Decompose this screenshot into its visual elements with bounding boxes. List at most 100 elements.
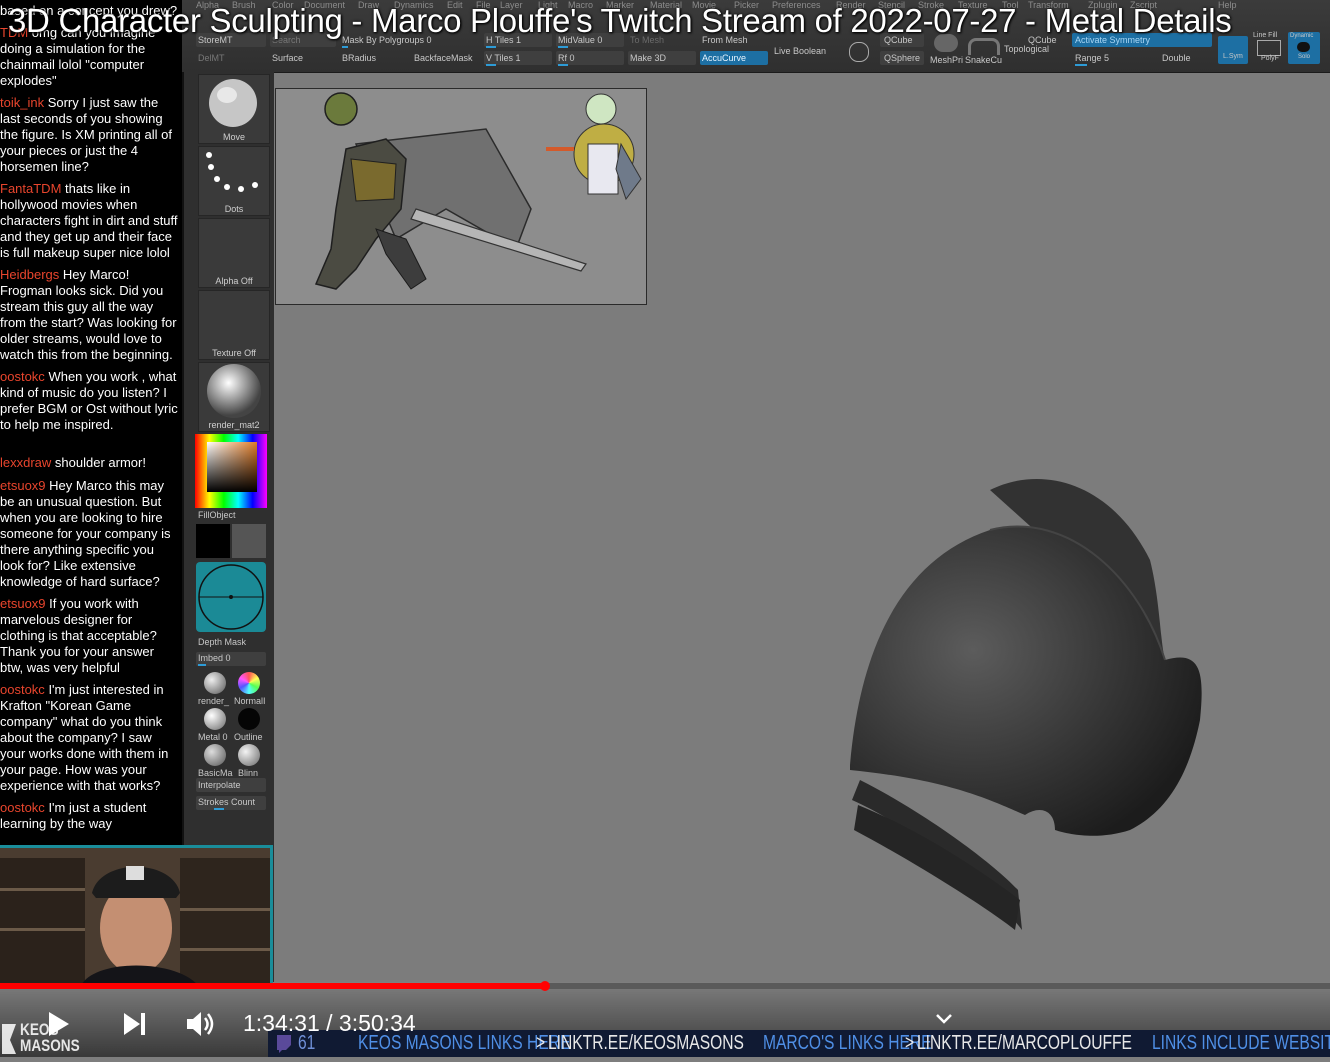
video-title: 3D Character Sculpting - Marco Plouffe's… bbox=[8, 2, 1232, 39]
chat-username[interactable]: Heidbergs bbox=[0, 267, 59, 282]
current-time: 1:34:31 bbox=[243, 1010, 320, 1036]
texture-tile[interactable]: Texture Off bbox=[198, 290, 270, 360]
dots-label: Dots bbox=[224, 204, 244, 214]
range-slider[interactable]: Range 5 bbox=[1075, 53, 1109, 63]
chat-message: oostokc When you work , what kind of mus… bbox=[0, 369, 180, 433]
backfacemask-button[interactable]: BackfaceMask bbox=[414, 53, 473, 63]
depth-mask-icon bbox=[198, 564, 264, 630]
outline-material-label: Outline bbox=[234, 732, 263, 742]
double-button[interactable]: Double bbox=[1162, 53, 1191, 63]
normal-material-icon[interactable] bbox=[238, 672, 260, 694]
polyframe-icon[interactable] bbox=[1257, 40, 1281, 56]
meshprimitive-button[interactable]: MeshPri bbox=[930, 55, 963, 65]
chat-username[interactable]: etsuox9 bbox=[0, 596, 46, 611]
color-picker[interactable] bbox=[195, 434, 267, 508]
blinn-material-icon[interactable] bbox=[238, 744, 260, 766]
lsym-button[interactable]: L.Sym bbox=[1218, 36, 1248, 64]
outline-material-icon[interactable] bbox=[238, 708, 260, 730]
surface-button[interactable]: Surface bbox=[272, 53, 303, 63]
snakecurve-button[interactable]: SnakeCu bbox=[965, 55, 1002, 65]
topological-button[interactable]: Topological bbox=[1004, 44, 1049, 54]
chat-username[interactable]: oostokc bbox=[0, 369, 45, 384]
play-icon[interactable] bbox=[44, 1010, 72, 1038]
qsphere-button[interactable]: QSphere bbox=[884, 53, 920, 63]
chat-username[interactable]: etsuox9 bbox=[0, 478, 46, 493]
bradius-button[interactable]: BRadius bbox=[342, 53, 376, 63]
chat-message: etsuox9 If you work with marvelous desig… bbox=[0, 596, 180, 676]
move-brush-icon bbox=[209, 79, 257, 127]
render-material-label: render_ bbox=[198, 696, 230, 706]
time-separator: / bbox=[326, 1010, 333, 1036]
basic-material-icon[interactable] bbox=[204, 744, 226, 766]
strokes-count-slider[interactable]: Strokes Count bbox=[198, 797, 255, 807]
banner-arrow: > bbox=[905, 1032, 915, 1054]
chat-message: etsuox9 Hey Marco this may be an unusual… bbox=[0, 478, 180, 590]
dots-stroke-tile[interactable]: Dots bbox=[198, 146, 270, 216]
delmt-button[interactable]: DelMT bbox=[198, 53, 225, 63]
v-tiles-slider[interactable]: V Tiles 1 bbox=[486, 53, 521, 63]
volume-icon[interactable] bbox=[184, 1009, 218, 1039]
links-include-label: LINKS INCLUDE WEBSITE / S bbox=[1152, 1032, 1330, 1054]
make-3d-button[interactable]: Make 3D bbox=[630, 53, 666, 63]
move-label: Move bbox=[222, 132, 245, 142]
shoulder-armor-model[interactable] bbox=[840, 470, 1210, 940]
chat-text: I'm just interested in Krafton "Korean G… bbox=[0, 682, 169, 793]
move-brush-tile[interactable]: Move bbox=[198, 74, 270, 144]
chat-message: oostokc I'm just a student learning by t… bbox=[0, 800, 180, 832]
total-time: 3:50:34 bbox=[338, 1010, 416, 1036]
chat-text: shoulder armor! bbox=[54, 455, 146, 470]
render-material-icon[interactable] bbox=[204, 672, 226, 694]
webcam-feed bbox=[0, 845, 273, 988]
fillobject-button[interactable]: FillObject bbox=[198, 510, 236, 520]
basic-material-label: BasicMa bbox=[198, 768, 233, 778]
dots-stroke-icon bbox=[206, 152, 258, 192]
material-tile[interactable]: render_mat2 bbox=[198, 362, 270, 432]
next-icon[interactable] bbox=[120, 1010, 148, 1038]
chat-username[interactable]: lexxdraw bbox=[0, 455, 51, 470]
normal-material-label: NormalI bbox=[234, 696, 266, 706]
chat-username[interactable]: toik_ink bbox=[0, 95, 44, 110]
dynamic-label: Dynamic bbox=[1290, 33, 1314, 39]
chat-message: oostokc I'm just interested in Krafton "… bbox=[0, 682, 180, 794]
alpha-tile[interactable]: Alpha Off bbox=[198, 218, 270, 288]
metal-material-label: Metal 0 bbox=[198, 732, 228, 742]
chat-panel: based on a concept you drew? TDM omg can… bbox=[0, 0, 182, 845]
chat-text: Hey Marco this may be an unusual questio… bbox=[0, 478, 171, 589]
reference-illustration bbox=[276, 89, 646, 304]
marco-url[interactable]: LINKTR.EE/MARCOPLOUFFE bbox=[917, 1032, 1132, 1055]
material-sphere-icon bbox=[207, 364, 261, 418]
s-circle-icon[interactable] bbox=[849, 42, 869, 62]
main-color-swatch[interactable] bbox=[196, 524, 230, 558]
live-boolean-button[interactable]: Live Boolean bbox=[774, 46, 826, 56]
chat-message: toik_ink Sorry I just saw the last secon… bbox=[0, 95, 180, 175]
texture-off-label: Texture Off bbox=[212, 348, 256, 358]
solo-label: Solo bbox=[1298, 54, 1311, 60]
chat-username[interactable]: FantaTDM bbox=[0, 181, 61, 196]
chevron-down-icon[interactable] bbox=[934, 1012, 954, 1026]
polyf-label: PolyF bbox=[1261, 55, 1279, 62]
depth-mask-label: Depth Mask bbox=[198, 637, 247, 647]
reference-image bbox=[275, 88, 647, 305]
rf-slider[interactable]: Rf 0 bbox=[558, 53, 575, 63]
time-display: 1:34:31 / 3:50:34 bbox=[243, 1010, 416, 1037]
chat-username[interactable]: oostokc bbox=[0, 800, 45, 815]
imbed-slider[interactable]: Imbed 0 bbox=[198, 653, 231, 663]
keos-url[interactable]: LINKTR.EE/KEOSMASONS bbox=[548, 1032, 744, 1055]
alpha-off-label: Alpha Off bbox=[215, 276, 253, 286]
metal-material-icon[interactable] bbox=[204, 708, 226, 730]
depth-mask-tile[interactable] bbox=[196, 562, 266, 632]
chat-message: lexxdraw shoulder armor! bbox=[0, 455, 180, 471]
blinn-material-label: Blinn bbox=[238, 768, 259, 778]
secondary-color-swatch[interactable] bbox=[232, 524, 266, 558]
progress-bar-played bbox=[0, 983, 546, 989]
line-fill-label: Line Fill bbox=[1253, 32, 1278, 39]
chat-message: Heidbergs Hey Marco! Frogman looks sick.… bbox=[0, 267, 180, 363]
color-square[interactable] bbox=[207, 442, 257, 492]
interpolate-button[interactable]: Interpolate bbox=[198, 780, 241, 790]
banner-arrow: > bbox=[536, 1032, 546, 1054]
chat-username[interactable]: oostokc bbox=[0, 682, 45, 697]
accucurve-button[interactable]: AccuCurve bbox=[702, 53, 746, 63]
solo-icon bbox=[1297, 42, 1310, 52]
solo-button[interactable]: Dynamic Solo bbox=[1288, 32, 1320, 64]
snake-curve-icon[interactable] bbox=[968, 38, 1000, 55]
